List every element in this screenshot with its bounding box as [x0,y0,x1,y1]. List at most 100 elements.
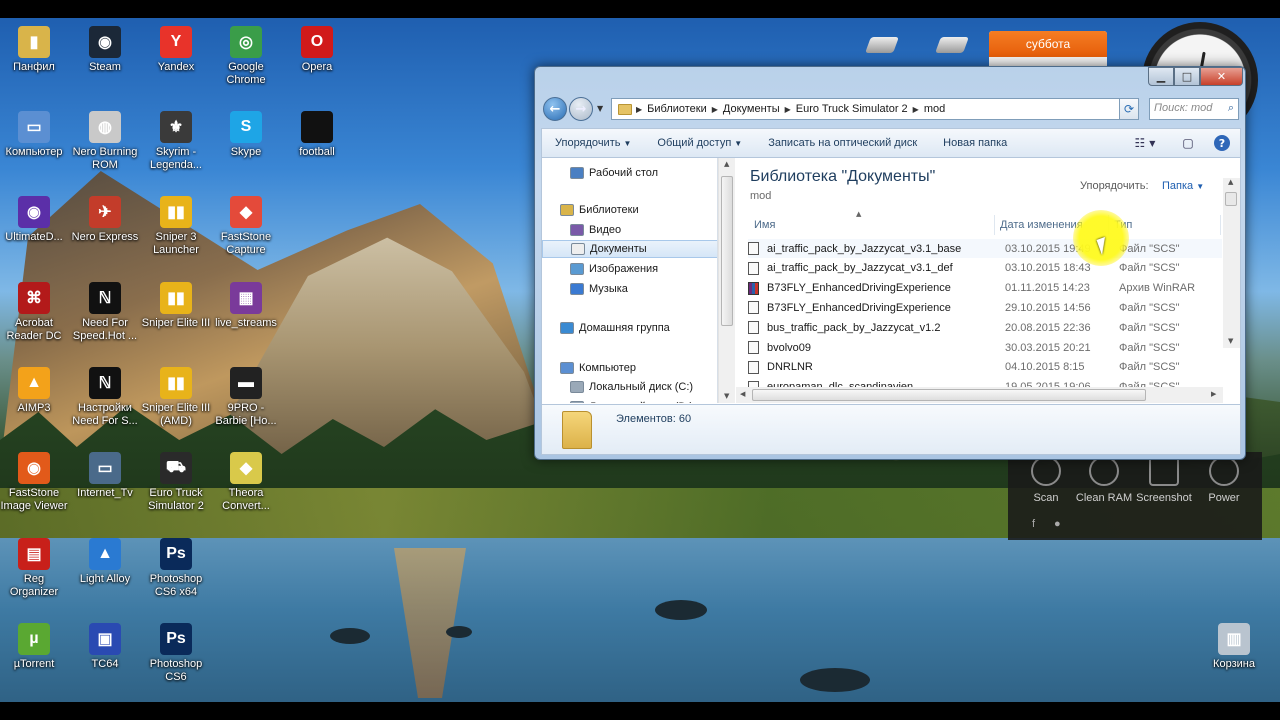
desktop-icon[interactable]: ▮▮ Sniper 3 Launcher [140,196,212,257]
desktop-icon[interactable]: ▭ Компьютер [0,111,70,159]
breadcrumb-documents[interactable]: Документы [718,103,785,115]
wallpaper-rock [800,668,870,692]
arrange-by-dropdown[interactable]: Папка ▼ [1162,180,1204,192]
file-list-hscrollbar[interactable]: ◀ ▶ [736,387,1223,403]
desktop-icon[interactable]: ▲ Light Alloy [69,538,141,586]
desktop-icon[interactable]: ℕ Need For Speed.Hot ... [69,282,141,343]
breadcrumb-libraries[interactable]: Библиотеки [642,103,712,115]
maximize-button[interactable]: □ [1174,67,1200,86]
column-header-name[interactable]: Имя [754,215,775,235]
nav-item-label: Изображения [589,263,659,275]
desktop-icon[interactable]: ℕ Настройки Need For S... [69,367,141,428]
minimize-button[interactable]: ▁ [1148,67,1174,86]
desktop-icon[interactable]: ▮ Панфил [0,26,70,74]
desktop-icon-label: Photoshop CS6 [149,658,203,683]
nav-item[interactable]: Библиотеки [542,201,717,219]
file-icon [748,360,759,374]
search-input[interactable]: Поиск: mod ⌕ [1149,98,1239,120]
nav-item[interactable]: Локальный диск (C:) [542,378,717,396]
app-icon: ▭ [18,111,50,143]
desktop-icon[interactable]: ▲ AIMP3 [0,367,70,415]
file-name: bvolvo09 [767,341,812,354]
file-row[interactable]: bus_traffic_pack_by_Jazzycat_v1.2 20.08.2… [748,318,1222,337]
desktop-icon[interactable]: Y Yandex [140,26,212,74]
burn-button[interactable]: Записать на оптический диск [755,137,930,149]
desktop-icon[interactable]: O Opera [281,26,353,74]
desktop-icon[interactable]: ▥ Корзина [1198,623,1270,671]
new-folder-button[interactable]: Новая папка [930,137,1020,149]
back-button[interactable]: ← [543,97,567,121]
desktop-icon-label: Sniper 3 Launcher [153,231,199,256]
forward-button[interactable]: → [569,97,593,121]
nav-item[interactable]: Музыка [542,280,717,298]
file-list-vscrollbar[interactable]: ▲ ▼ [1223,178,1240,348]
desktop-icon[interactable]: ▣ TC64 [69,623,141,671]
desktop-icon[interactable]: Ps Photoshop CS6 x64 [140,538,212,599]
nav-item[interactable]: Документы [542,240,717,258]
scrollbar-thumb[interactable] [1225,192,1237,206]
scrollbar-thumb[interactable] [752,389,1146,401]
breadcrumb-ets2[interactable]: Euro Truck Simulator 2 [791,103,913,115]
desktop-icon[interactable]: ▮▮ Sniper Elite III (AMD) [140,367,212,428]
desktop-icon[interactable]: µ µTorrent [0,623,70,671]
desktop-icon[interactable]: S Skype [210,111,282,159]
nav-item[interactable]: Рабочий стол [542,164,717,182]
column-divider[interactable] [1220,215,1221,235]
file-date: 29.10.2015 14:56 [1005,301,1091,314]
refresh-button[interactable]: ⟳ [1119,98,1139,120]
help-icon[interactable]: ? [1214,135,1230,151]
scrollbar-thumb[interactable] [721,176,733,326]
nav-item[interactable]: Домашняя группа [542,319,717,337]
desktop-icon[interactable]: ⛟ Euro Truck Simulator 2 [140,452,212,513]
app-icon: ℕ [89,282,121,314]
navigation-scrollbar[interactable]: ▲ ▼ [718,158,735,403]
nav-item[interactable]: Изображения [542,260,717,278]
facebook-icon[interactable]: f [1032,518,1035,530]
explorer-window: ▁ □ ✕ ← → ▼ ▶ Библиотеки ▶ Документы ▶ E… [534,66,1246,460]
view-options-icon[interactable]: ☷ ▼ [1132,133,1158,153]
desktop-icon[interactable]: ▤ Reg Organizer [0,538,70,599]
file-row[interactable]: DNRLNR 04.10.2015 8:15 Файл "SCS" [748,358,1222,377]
column-header-date[interactable]: Дата изменения [1000,215,1083,235]
file-icon [748,341,759,354]
file-row[interactable]: bvolvo09 30.03.2015 20:21 Файл "SCS" [748,338,1222,357]
desktop-icon[interactable]: football [281,111,353,159]
file-row[interactable]: ai_traffic_pack_by_Jazzycat_v3.1_base 03.… [748,239,1222,258]
desktop-icon[interactable]: ▭ Internet_Tv [69,452,141,500]
nav-item-icon [570,224,584,236]
desktop-icon[interactable]: ◉ UltimateD... [0,196,70,244]
desktop-icon[interactable]: ✈ Nero Express [69,196,141,244]
nav-item[interactable]: Локальный диск (D:) [542,398,717,403]
nav-item-label: Локальный диск (D:) [589,401,693,403]
desktop-icon[interactable]: ◉ Steam [69,26,141,74]
preview-pane-icon[interactable]: ▢ [1178,133,1198,153]
desktop-icon[interactable]: ▦ live_streams [210,282,282,330]
close-button[interactable]: ✕ [1200,67,1243,86]
share-menu[interactable]: Общий доступ ▼ [644,137,755,149]
desktop-icon[interactable]: Ps Photoshop CS6 [140,623,212,684]
drive-icon[interactable] [865,37,899,53]
desktop-icon[interactable]: ◆ FastStone Capture [210,196,282,257]
history-dropdown-icon[interactable]: ▼ [597,104,603,113]
support-icon[interactable]: ● [1054,518,1061,530]
desktop-icon[interactable]: ⚜ Skyrim - Legenda... [140,111,212,172]
breadcrumb-mod[interactable]: mod [919,103,950,115]
column-divider[interactable] [994,215,995,235]
desktop-icon[interactable]: ▮▮ Sniper Elite III [140,282,212,330]
file-row[interactable]: B73FLY_EnhancedDrivingExperience 01.11.20… [748,279,1222,298]
address-bar[interactable]: ▶ Библиотеки ▶ Документы ▶ Euro Truck Si… [611,98,1139,120]
nav-item[interactable]: Компьютер [542,359,717,377]
desktop-icon[interactable]: ▬ 9PRO - Barbie [Ho... [210,367,282,428]
desktop-icon[interactable]: ⌘ Acrobat Reader DC [0,282,70,343]
desktop-icon-label: Internet_Tv [77,487,133,499]
file-row[interactable]: ai_traffic_pack_by_Jazzycat_v3.1_def 03.1… [748,259,1222,278]
desktop-icon[interactable]: ◍ Nero Burning ROM [69,111,141,172]
drive-icon[interactable] [935,37,969,53]
desktop-icon[interactable]: ◉ FastStone Image Viewer [0,452,70,513]
file-row[interactable]: B73FLY_EnhancedDrivingExperience 29.10.20… [748,298,1222,317]
desktop-icon[interactable]: ◆ Theora Convert... [210,452,282,513]
organize-menu[interactable]: Упорядочить ▼ [542,137,644,149]
nav-item[interactable]: Видео [542,221,717,239]
file-date: 30.03.2015 20:21 [1005,341,1091,354]
desktop-icon[interactable]: ◎ Google Chrome [210,26,282,87]
